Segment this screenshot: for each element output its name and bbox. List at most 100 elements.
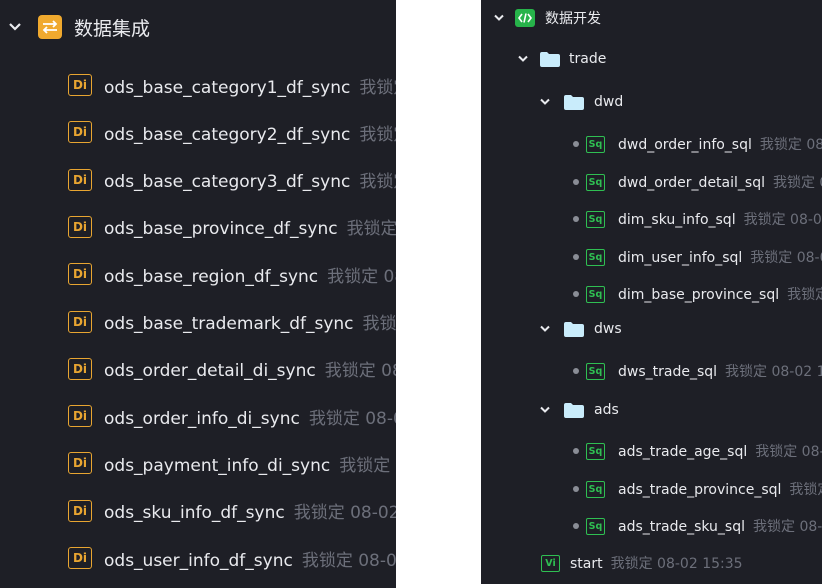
lock-meta: 我锁定 08-02 15:35 <box>743 212 822 228</box>
lock-meta: 我锁定 08-02 15:35 <box>301 550 396 571</box>
group-title: 数据集成 <box>74 17 151 40</box>
file-name: dim_sku_info_sql <box>618 212 736 228</box>
lock-meta: 我锁定 08-02 15:35 <box>339 455 396 476</box>
task-name: ods_order_info_di_sync <box>104 408 300 429</box>
di-task-item[interactable]: Di ods_base_category3_df_sync 我锁定 08-02 15… <box>0 164 396 196</box>
task-name: ods_base_category1_df_sync <box>104 77 351 98</box>
sql-file-item[interactable]: Sq dws_trade_sql 我锁定 08-02 15:35 <box>481 359 822 383</box>
lock-meta: 我锁定 08-02 15:35 <box>359 124 396 145</box>
di-task-item[interactable]: Di ods_base_category1_df_sync 我锁定 08-02 15… <box>0 69 396 101</box>
status-dot <box>573 448 579 454</box>
folder-label: dwd <box>594 94 624 110</box>
lock-meta: 我锁定 08-02 15:35 <box>359 77 396 98</box>
sql-file-item[interactable]: Sq dim_base_province_sql 我锁定 08-02 15:35 <box>481 282 822 306</box>
di-task-item[interactable]: Di ods_sku_info_df_sync 我锁定 08-02 15:35 <box>0 495 396 527</box>
folder-ads[interactable]: ads <box>481 398 822 422</box>
chevron-down-icon[interactable] <box>539 325 551 333</box>
file-name: ads_trade_sku_sql <box>618 519 745 535</box>
virtual-node-icon: Vi <box>541 555 560 572</box>
chevron-down-icon[interactable] <box>539 98 551 106</box>
di-sync-icon: Di <box>68 499 92 522</box>
di-sync-icon: Di <box>68 547 92 569</box>
di-task-item[interactable]: Di ods_base_province_df_sync 我锁定 08-02 15:… <box>0 211 396 243</box>
di-sync-icon: Di <box>68 310 92 333</box>
chevron-down-icon[interactable] <box>8 22 22 32</box>
sql-file-item[interactable]: Sq ads_trade_age_sql 我锁定 08-02 15:35 <box>481 439 822 463</box>
folder-label: dws <box>594 321 622 337</box>
task-name: ods_user_info_df_sync <box>104 550 293 571</box>
di-task-item[interactable]: Di ods_order_info_di_sync 我锁定 08-02 15:35 <box>0 400 396 432</box>
task-name: ods_base_province_df_sync <box>104 219 338 240</box>
sql-file-item[interactable]: Sq ads_trade_province_sql 我锁定 08-02 15:35 <box>481 477 822 501</box>
group-data-development[interactable]: 数据开发 <box>481 6 822 30</box>
lock-meta: 我锁定 08-02 15:35 <box>759 137 822 153</box>
status-dot <box>573 485 579 492</box>
sql-file-item[interactable]: Sq dwd_order_detail_sql 我锁定 08-02 15:35 <box>481 170 822 194</box>
sync-arrows-icon <box>38 15 62 39</box>
sql-file-icon: Sq <box>586 173 605 191</box>
file-name: dwd_order_detail_sql <box>618 174 765 191</box>
sql-file-icon: Sq <box>586 363 605 380</box>
status-dot <box>573 178 579 185</box>
di-task-item[interactable]: Di ods_user_info_df_sync 我锁定 08-02 15:35 <box>0 542 396 574</box>
lock-meta: 我锁定 08-02 15:35 <box>359 172 396 193</box>
sql-file-icon: Sq <box>586 136 605 153</box>
status-dot <box>573 253 579 260</box>
lock-meta: 我锁定 08-02 15:35 <box>327 266 396 287</box>
di-sync-icon: Di <box>68 263 92 286</box>
di-task-item[interactable]: Di ods_base_region_df_sync 我锁定 08-02 15:35 <box>0 258 396 290</box>
group-title: 数据开发 <box>545 11 601 27</box>
sql-file-icon: Sq <box>586 248 605 266</box>
sql-file-icon: Sq <box>586 480 605 498</box>
chevron-down-icon[interactable] <box>539 406 551 414</box>
data-integration-panel: 数据集成 Di ods_base_category1_df_sync 我锁定 08-… <box>0 0 396 588</box>
lock-meta: 我锁定 08-02 15:35 <box>755 444 822 460</box>
folder-dws[interactable]: dws <box>481 317 822 341</box>
task-name: ods_sku_info_df_sync <box>104 503 285 524</box>
di-task-item[interactable]: Di ods_base_trademark_df_sync 我锁定 08-02 15… <box>0 306 396 338</box>
lock-meta: 我锁定 08-02 15:35 <box>772 174 822 191</box>
lock-meta: 我锁定 08-02 15:35 <box>324 361 396 382</box>
folder-icon <box>564 95 584 110</box>
folder-trade[interactable]: trade <box>481 47 822 71</box>
file-name: dim_base_province_sql <box>618 287 780 303</box>
group-data-integration[interactable]: 数据集成 <box>0 10 396 44</box>
file-name: ads_trade_age_sql <box>618 444 748 460</box>
sql-file-icon: Sq <box>586 211 605 228</box>
folder-icon <box>564 322 584 337</box>
di-task-item[interactable]: Di ods_payment_info_di_sync 我锁定 08-02 15:3… <box>0 447 396 479</box>
sql-file-item[interactable]: Sq ads_trade_sku_sql 我锁定 08-02 15:35 <box>481 514 822 538</box>
status-dot <box>573 291 579 297</box>
data-development-panel: 数据开发 trade dwd Sq dwd_order_info_sql 我锁定 0… <box>481 0 822 584</box>
status-dot <box>573 216 579 222</box>
di-sync-icon: Di <box>68 74 92 96</box>
di-sync-icon: Di <box>68 357 92 380</box>
sql-file-item[interactable]: Sq dim_sku_info_sql 我锁定 08-02 15:35 <box>481 207 822 231</box>
task-name: ods_base_category2_df_sync <box>104 124 351 145</box>
task-name: ods_base_trademark_df_sync <box>104 314 354 334</box>
status-dot <box>573 368 579 374</box>
di-sync-icon: Di <box>68 121 92 144</box>
sql-file-item[interactable]: Sq dwd_order_info_sql 我锁定 08-02 15:35 <box>481 132 822 156</box>
lock-meta: 我锁定 08-02 15:35 <box>308 408 396 429</box>
start-node[interactable]: Vi start 我锁定 08-02 15:35 <box>481 551 822 575</box>
chevron-down-icon[interactable] <box>493 14 505 22</box>
status-dot <box>573 141 579 147</box>
folder-dwd[interactable]: dwd <box>481 90 822 114</box>
di-sync-icon: Di <box>68 452 92 475</box>
lock-meta: 我锁定 08-02 15:35 <box>725 364 822 380</box>
folder-icon <box>540 52 560 67</box>
task-name: ods_base_category3_df_sync <box>104 172 351 193</box>
di-task-item[interactable]: Di ods_base_category2_df_sync 我锁定 08-02 15… <box>0 116 396 148</box>
sql-file-icon: Sq <box>586 518 605 535</box>
file-name: dim_user_info_sql <box>618 249 743 266</box>
file-name: ads_trade_province_sql <box>618 481 782 498</box>
di-sync-icon: Di <box>68 168 92 191</box>
status-dot <box>573 523 579 529</box>
chevron-down-icon[interactable] <box>517 55 529 63</box>
lock-meta: 我锁定 08-02 15:35 <box>293 503 396 524</box>
task-name: ods_payment_info_di_sync <box>104 455 331 476</box>
lock-meta: 我锁定 08-02 15:35 <box>753 519 822 535</box>
di-task-item[interactable]: Di ods_order_detail_di_sync 我锁定 08-02 15:3… <box>0 353 396 385</box>
sql-file-item[interactable]: Sq dim_user_info_sql 我锁定 08-02 15:35 <box>481 245 822 269</box>
